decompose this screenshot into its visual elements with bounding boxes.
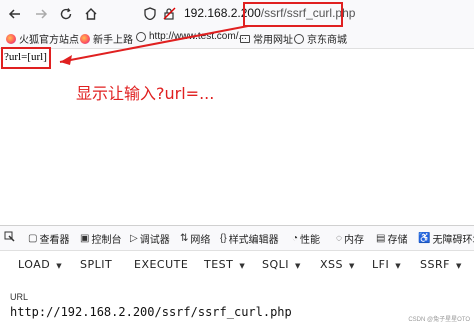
tab-inspector[interactable]: ▢ 查看器 [28, 231, 69, 246]
split-button[interactable]: SPLIT [80, 258, 112, 271]
hackbar-toolbar: LOAD ▼ SPLIT EXECUTE TEST ▼ SQLI ▼ XSS ▼ LFI… [0, 251, 474, 277]
sqli-button[interactable]: SQLI ▼ [262, 258, 301, 271]
tab-style-editor[interactable]: {} 样式编辑器 [220, 231, 279, 246]
console-icon: ▣ [80, 233, 90, 244]
button-label: SPLIT [80, 258, 113, 271]
tab-label: 性能 [300, 235, 321, 246]
element-picker-button[interactable] [4, 231, 15, 242]
accessibility-icon: ♿ [418, 233, 431, 244]
devtools-tabbar: ▢ 查看器 ▣ 控制台 ▷ 调试器 ⇅ 网络 {} 样式编辑器 ◔ 性能 ◌ 内存 ▤ 存储 ♿… [0, 225, 474, 251]
tab-network[interactable]: ⇅ 网络 [180, 231, 210, 246]
tab-accessibility[interactable]: ♿无障碍环境 [418, 231, 474, 246]
tab-label: 样式编辑器 [228, 235, 279, 246]
xss-button[interactable]: XSS ▼ [320, 258, 355, 271]
tab-label: 控制台 [91, 235, 122, 246]
inspector-icon: ▢ [28, 233, 38, 244]
execute-button[interactable]: EXECUTE [134, 258, 188, 271]
ssrf-button[interactable]: SSRF ▼ [420, 258, 462, 271]
caret-down-icon: ▼ [295, 262, 301, 270]
load-button[interactable]: LOAD ▼ [18, 258, 62, 271]
button-label: LOAD [18, 258, 51, 271]
tab-memory[interactable]: ◌ 内存 [336, 231, 364, 246]
tab-label: 无障碍环境 [432, 235, 474, 246]
tab-debugger[interactable]: ▷ 调试器 [130, 231, 170, 246]
annotation-text: 显示让输入?url=... [76, 84, 215, 103]
network-icon: ⇅ [180, 233, 189, 244]
tab-label: 查看器 [39, 235, 70, 246]
hackbar-url-label: URL [10, 292, 29, 302]
button-label: EXECUTE [134, 258, 189, 271]
tab-label: 内存 [343, 235, 364, 246]
caret-down-icon: ▼ [56, 262, 63, 270]
style-icon: {} [220, 233, 227, 244]
hackbar-url-input[interactable]: http://192.168.2.200/ssrf/ssrf_curl.php [10, 305, 292, 319]
tab-label: 网络 [190, 235, 211, 246]
tab-label: 调试器 [139, 235, 170, 246]
annotation-arrow [59, 25, 249, 65]
storage-icon: ▤ [376, 233, 386, 244]
performance-icon: ◔ [292, 233, 299, 244]
button-label: SSRF [420, 258, 450, 271]
lfi-button[interactable]: LFI ▼ [372, 258, 401, 271]
button-label: LFI [372, 258, 390, 271]
memory-icon: ◌ [336, 233, 342, 244]
caret-down-icon: ▼ [455, 262, 462, 270]
test-button[interactable]: TEST ▼ [204, 258, 245, 271]
button-label: SQLI [262, 258, 290, 271]
tab-label: 存储 [387, 235, 408, 246]
button-label: TEST [204, 258, 234, 271]
tab-storage[interactable]: ▤ 存储 [376, 231, 407, 246]
tab-console[interactable]: ▣ 控制台 [80, 231, 121, 246]
debugger-icon: ▷ [130, 233, 138, 244]
tab-performance[interactable]: ◔ 性能 [292, 231, 320, 246]
picker-icon [4, 231, 15, 242]
caret-down-icon: ▼ [349, 262, 355, 270]
watermark: CSDN @兔子星星OTO [408, 317, 470, 323]
caret-down-icon: ▼ [395, 262, 402, 270]
caret-down-icon: ▼ [239, 262, 246, 270]
button-label: XSS [320, 258, 344, 271]
